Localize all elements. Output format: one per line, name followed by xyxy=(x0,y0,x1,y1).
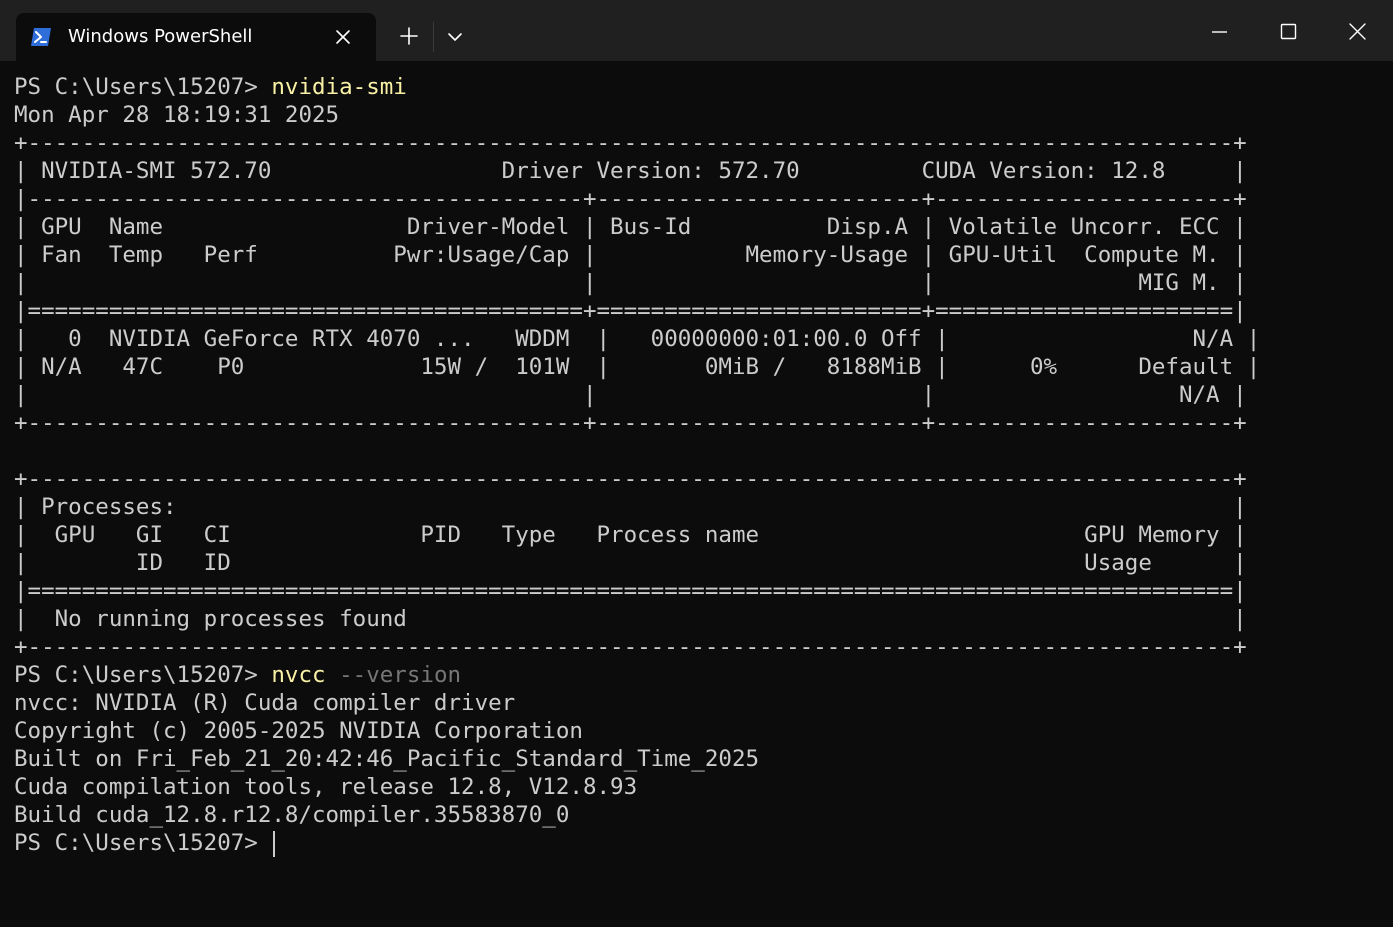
powershell-icon xyxy=(31,28,51,46)
output-line: | NVIDIA-SMI 572.70 Driver Version: 572.… xyxy=(14,158,1247,184)
prompt-line: PS C:\Users\15207> xyxy=(14,829,1374,857)
output-line: Cuda compilation tools, release 12.8, V1… xyxy=(14,774,638,800)
table-header: | GPU Name Driver-Model | Bus-Id Disp.A … xyxy=(14,214,1247,240)
chevron-down-icon[interactable] xyxy=(440,21,470,51)
prompt: PS C:\Users\15207> xyxy=(14,74,272,100)
table-border: +---------------------------------------… xyxy=(14,634,1247,660)
plus-icon[interactable] xyxy=(394,21,424,51)
close-icon[interactable] xyxy=(1334,14,1380,50)
table-row: | 0 NVIDIA GeForce RTX 4070 ... WDDM | 0… xyxy=(14,326,1261,352)
command: nvidia-smi xyxy=(271,74,407,100)
table-row: | | | N/A | xyxy=(14,382,1247,408)
table-border: +---------------------------------------… xyxy=(14,130,1247,156)
terminal-output[interactable]: PS C:\Users\15207> nvidia-smi Mon Apr 28… xyxy=(14,73,1374,913)
prompt: PS C:\Users\15207> xyxy=(14,830,272,856)
title-bar: Windows PowerShell xyxy=(0,0,1393,61)
prompt-line: PS C:\Users\15207> nvcc --version xyxy=(14,661,1374,689)
table-border: |---------------------------------------… xyxy=(14,186,1247,212)
table-row: | No running processes found | xyxy=(14,606,1247,632)
close-tab-icon[interactable] xyxy=(330,25,356,49)
tab-powershell[interactable]: Windows PowerShell xyxy=(16,13,376,61)
table-row: | N/A 47C P0 15W / 101W | 0MiB / 8188MiB… xyxy=(14,354,1261,380)
output-line: Build cuda_12.8.r12.8/compiler.35583870_… xyxy=(14,802,570,828)
table-header: | Processes: | xyxy=(14,494,1247,520)
output-line: nvcc: NVIDIA (R) Cuda compiler driver xyxy=(14,690,516,716)
output-line: Built on Fri_Feb_21_20:42:46_Pacific_Sta… xyxy=(14,746,760,772)
command: nvcc xyxy=(271,662,326,688)
tab-separator xyxy=(433,22,434,52)
table-border: +---------------------------------------… xyxy=(14,466,1247,492)
table-header: | GPU GI CI PID Type Process name GPU Me… xyxy=(14,522,1247,548)
minimize-icon[interactable] xyxy=(1196,14,1242,50)
tab-title: Windows PowerShell xyxy=(68,26,253,47)
table-header: | | | MIG M. | xyxy=(14,270,1247,296)
table-header: | Fan Temp Perf Pwr:Usage/Cap | Memory-U… xyxy=(14,242,1247,268)
terminal-window: Windows PowerShell PS C:\Users\15207> nv… xyxy=(0,0,1393,927)
output-line: Mon Apr 28 18:19:31 2025 xyxy=(14,102,340,128)
table-border: |=======================================… xyxy=(14,578,1247,604)
text-cursor xyxy=(273,830,276,857)
prompt-line: PS C:\Users\15207> nvidia-smi xyxy=(14,73,1374,101)
table-border: +---------------------------------------… xyxy=(14,410,1247,436)
output-line: Copyright (c) 2005-2025 NVIDIA Corporati… xyxy=(14,718,583,744)
table-border: |=======================================… xyxy=(14,298,1247,324)
command-parameter: --version xyxy=(325,662,462,688)
prompt: PS C:\Users\15207> xyxy=(14,662,272,688)
table-header: | ID ID Usage | xyxy=(14,550,1247,576)
maximize-icon[interactable] xyxy=(1265,14,1311,50)
